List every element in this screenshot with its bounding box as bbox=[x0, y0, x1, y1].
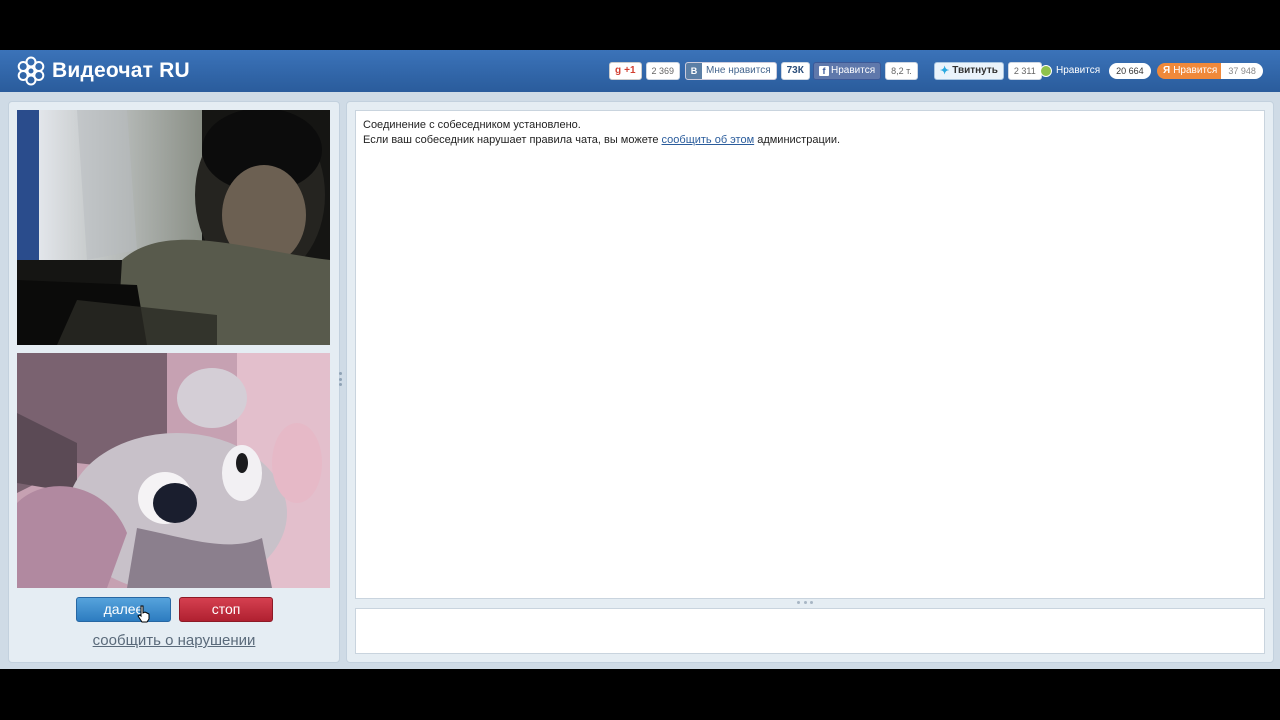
google-plus-count: 2 369 bbox=[645, 62, 681, 80]
system-message: Соединение с собеседником установлено. Е… bbox=[363, 118, 840, 148]
yandex-like-button[interactable]: Я Нравится bbox=[1157, 63, 1222, 79]
chat-log: Соединение с собеседником установлено. Е… bbox=[355, 110, 1265, 599]
facebook-widget: f Нравится 8,2 т. bbox=[813, 62, 918, 80]
tweet-button[interactable]: ✦ Твитнуть bbox=[934, 62, 1004, 80]
odnoklassniki-like-button[interactable]: Нравится bbox=[1040, 63, 1105, 79]
google-plus-widget: g +1 2 369 bbox=[609, 62, 681, 80]
panel-resize-handle[interactable] bbox=[339, 372, 342, 386]
google-icon: g bbox=[615, 65, 622, 76]
remote-video bbox=[17, 110, 330, 345]
logo-text: Видеочат RU bbox=[52, 59, 190, 82]
report-violation-link[interactable]: сообщить о нарушении bbox=[9, 632, 339, 649]
stop-button[interactable]: стоп bbox=[179, 597, 273, 622]
twitter-bird-icon: ✦ bbox=[940, 65, 950, 77]
odnoklassniki-like-count: 20 664 bbox=[1109, 63, 1151, 79]
vk-like-count: 73К bbox=[780, 62, 810, 80]
page-body: далее стоп сообщить о нарушении Соединен… bbox=[0, 92, 1280, 669]
twitter-widget: ✦ Твитнуть 2 311 bbox=[934, 62, 1042, 80]
hand-cursor-icon bbox=[137, 605, 150, 623]
yandex-widget: Я Нравится 37 948 bbox=[1157, 62, 1263, 80]
next-button[interactable]: далее bbox=[76, 597, 171, 622]
yandex-like-count: 37 948 bbox=[1221, 63, 1263, 79]
site-header: Видеочат RU g +1 2 369 В Мне нравится 73… bbox=[0, 50, 1280, 93]
yandex-icon: Я bbox=[1163, 65, 1171, 76]
message-input[interactable] bbox=[355, 608, 1265, 654]
odnoklassniki-icon bbox=[1040, 65, 1052, 77]
letterbox-bottom bbox=[0, 669, 1280, 720]
site-logo[interactable]: Видеочат RU bbox=[16, 56, 190, 86]
report-admin-link[interactable]: сообщить об этом bbox=[662, 134, 755, 146]
connection-status-text: Соединение с собеседником установлено. bbox=[363, 119, 581, 131]
facebook-like-button[interactable]: f Нравится bbox=[813, 62, 882, 80]
vk-icon: В bbox=[686, 63, 702, 79]
chat-panel: Соединение с собеседником установлено. Е… bbox=[346, 101, 1274, 663]
local-video bbox=[17, 353, 330, 588]
facebook-icon: f bbox=[819, 66, 829, 76]
vk-like-button[interactable]: В Мне нравится bbox=[685, 62, 777, 80]
facebook-like-count: 8,2 т. bbox=[885, 62, 918, 80]
letterbox-top bbox=[0, 0, 1280, 50]
chat-resize-handle[interactable] bbox=[797, 601, 813, 604]
local-video-frame bbox=[17, 353, 330, 588]
odnoklassniki-widget: Нравится 20 664 bbox=[1040, 62, 1151, 80]
rules-notice: Если ваш собеседник нарушает правила чат… bbox=[363, 134, 841, 146]
vk-widget: В Мне нравится 73К bbox=[685, 62, 810, 80]
video-panel: далее стоп сообщить о нарушении bbox=[8, 101, 340, 663]
flower-logo-icon bbox=[17, 56, 45, 86]
tweet-count: 2 311 bbox=[1007, 62, 1042, 80]
google-plus-button[interactable]: g +1 bbox=[609, 62, 642, 80]
remote-video-frame bbox=[17, 110, 330, 345]
